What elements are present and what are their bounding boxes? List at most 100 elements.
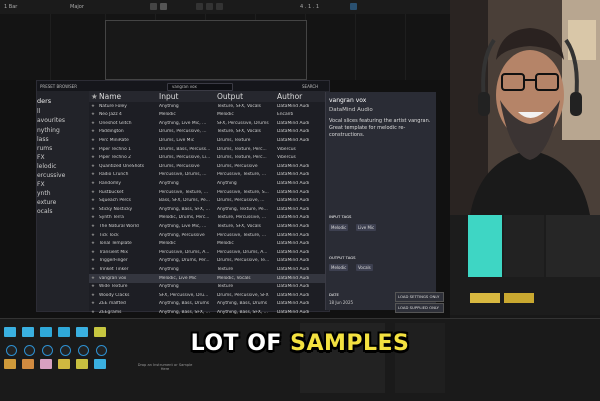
search-button[interactable]: SEARCH (302, 84, 318, 89)
overdub-button[interactable] (206, 3, 213, 10)
clip-slot-teal[interactable] (468, 215, 502, 277)
automation-button[interactable] (216, 3, 223, 10)
preset-row[interactable]: ★ Randomly Anything Anything DataMind Audi (89, 179, 329, 188)
favorite-star-icon[interactable]: ★ (91, 310, 95, 315)
drum-pad[interactable] (22, 359, 34, 369)
clip-slot-yellow[interactable] (504, 293, 534, 303)
favorite-star-icon[interactable]: ★ (91, 267, 95, 272)
preset-row[interactable]: ★ Trinket Tinker Anything Texture DataMind A… (89, 265, 329, 274)
preset-row[interactable]: ★ Radio Crunch Percussive, Drums, ... Percu… (89, 171, 329, 180)
clip-slot-yellow[interactable] (470, 293, 500, 303)
preset-row[interactable]: ★ ZEEgrams Anything, Bass, SFX, ... Anythin… (89, 308, 329, 317)
preset-row[interactable]: ★ Woody Clacks SFX, Percussive, Dru... Drum… (89, 291, 329, 300)
preset-row[interactable]: ★ Wide Texture Anything Texture DataMind Aud… (89, 283, 329, 292)
favorite-star-icon[interactable]: ★ (91, 284, 95, 289)
favorite-star-icon[interactable]: ★ (91, 301, 95, 306)
favorite-star-icon[interactable]: ★ (91, 104, 95, 109)
drum-pad[interactable] (94, 359, 106, 369)
play-button[interactable] (160, 3, 167, 10)
record-button[interactable] (196, 3, 203, 10)
sidebar-item[interactable]: exture (37, 199, 56, 206)
favorite-star-icon[interactable]: ★ (91, 138, 95, 143)
preset-row[interactable]: ★ Synth Terra Melodic, Drums, Perc... Textu… (89, 214, 329, 223)
sidebar-item[interactable]: lass (37, 136, 49, 143)
sidebar-item[interactable]: ll (37, 108, 40, 115)
favorite-star-icon[interactable]: ★ (91, 224, 95, 229)
column-name[interactable]: Name (99, 92, 121, 101)
drum-pad[interactable] (4, 359, 16, 369)
preset-row[interactable]: ★ The Natural World Anything, Live Mic, ..… (89, 222, 329, 231)
drop-instrument-hint[interactable]: Drop an Instrument or Sample Here (135, 363, 195, 371)
loop-toggle[interactable] (350, 3, 357, 10)
output-tag[interactable]: Vocals (356, 264, 373, 271)
preset-row[interactable]: ★ Sticky Nosticky Anything, Bass, SFX, ...… (89, 205, 329, 214)
preset-row[interactable]: ★ Quantized OneShots Drums, Percussive Drum… (89, 162, 329, 171)
input-tag[interactable]: Melodic (329, 224, 349, 231)
clip-region[interactable] (105, 20, 307, 80)
preset-row[interactable]: ★ Oneshot Glitch Anything, Live Mic, ... SF… (89, 119, 329, 128)
scale-selector[interactable]: Major (70, 4, 84, 10)
preset-row[interactable]: ★ Transient Mix Percussive, Drums, A... Per… (89, 248, 329, 257)
stop-button[interactable] (150, 3, 157, 10)
sidebar-item[interactable]: ercussive (37, 172, 65, 179)
favorite-star-icon[interactable]: ★ (91, 190, 95, 195)
sidebar-item[interactable]: FX (37, 181, 45, 188)
favorite-star-icon[interactable]: ★ (91, 198, 95, 203)
favorite-star-icon[interactable]: ★ (91, 181, 95, 186)
preset-row[interactable]: ★ Paddington Drums, Percussive, ... Texture… (89, 128, 329, 137)
sidebar-item[interactable]: lelodic (37, 163, 56, 170)
favorite-star-icon[interactable]: ★ (91, 207, 95, 212)
favorite-star-icon[interactable]: ★ (91, 293, 95, 298)
favorite-star-icon[interactable]: ★ (91, 155, 95, 160)
input-tag[interactable]: Live Mic (356, 224, 377, 231)
column-author[interactable]: Author (277, 92, 302, 101)
favorite-star-icon[interactable]: ★ (91, 241, 95, 246)
drum-pad[interactable] (58, 359, 70, 369)
preset-row[interactable]: ★ Perc MiniRate Drums, Live Mic Drums, Text… (89, 136, 329, 145)
preset-row[interactable]: ★ Tick Tock Anything, Percussive Percussive… (89, 231, 329, 240)
output-tag[interactable]: Melodic (329, 264, 349, 271)
favorite-star-icon[interactable]: ★ (91, 164, 95, 169)
preset-row[interactable]: ★ Nature Foley Anything Texture, SFX, Vocal… (89, 102, 329, 111)
favorite-star-icon[interactable]: ★ (91, 112, 95, 117)
load-settings-button[interactable]: LOAD SETTINGS ONLY (395, 292, 444, 302)
sidebar-item[interactable]: ynth (37, 190, 51, 197)
preset-author: DataMind Audi (277, 206, 310, 212)
column-output[interactable]: Output (217, 92, 243, 101)
favorite-star-icon[interactable]: ★ (91, 233, 95, 238)
load-supplied-button[interactable]: LOAD SUPPLIED ONLY (395, 303, 444, 313)
preset-row[interactable]: ★ ZEE malfted Anything, Bass, Drums Anythin… (89, 300, 329, 309)
favorite-star-icon[interactable]: ★ (91, 276, 95, 281)
sidebar-item[interactable]: nything (37, 127, 60, 134)
preset-description: Vocal slices featuring the artist vangra… (329, 118, 431, 138)
column-input[interactable]: Input (159, 92, 178, 101)
favorite-star-icon[interactable]: ★ (91, 92, 98, 101)
favorite-star-icon[interactable]: ★ (91, 147, 95, 152)
favorite-star-icon[interactable]: ★ (91, 258, 95, 263)
favorite-star-icon[interactable]: ★ (91, 250, 95, 255)
preset-row[interactable]: ★ Neo Jazz 4 Melodic Melodic Encanti (89, 111, 329, 120)
sidebar-item[interactable]: ocals (37, 208, 52, 215)
sidebar-item[interactable]: rums (37, 145, 52, 152)
search-input[interactable]: vangran vox (167, 82, 233, 91)
bar-length[interactable]: 1 Bar (4, 4, 17, 10)
preset-row[interactable]: ★ TriggerFinger Anything, Drums, Per... Dru… (89, 257, 329, 266)
favorite-star-icon[interactable]: ★ (91, 172, 95, 177)
favorite-star-icon[interactable]: ★ (91, 215, 95, 220)
drum-pad[interactable] (76, 359, 88, 369)
preset-row[interactable]: ★ vangran vox Melodic, Live Mic Melodic, Vo… (89, 274, 329, 283)
favorite-star-icon[interactable]: ★ (91, 129, 95, 134)
track-controls[interactable] (546, 215, 600, 277)
loop-position[interactable]: 4 . 1 . 1 (300, 4, 319, 10)
favorite-star-icon[interactable]: ★ (91, 121, 95, 126)
sidebar-item[interactable]: avourites (37, 117, 65, 124)
sidebar-item[interactable]: FX (37, 154, 45, 161)
preset-row[interactable]: ★ Tonal Template Melodic Melodic DataMind Au… (89, 240, 329, 249)
preset-row[interactable]: ★ Piper Techno 2 Drums, Percussive, Li... D… (89, 154, 329, 163)
track-controls[interactable] (504, 215, 544, 277)
preset-row[interactable]: ★ Squeach Percs Bass, SFX, Drums, Pe... Dru… (89, 197, 329, 206)
preset-input: Anything, Bass, SFX, ... (159, 309, 210, 315)
preset-row[interactable]: ★ Rustbucket Percussive, Texture, ... Percu… (89, 188, 329, 197)
preset-row[interactable]: ★ Piper Techno 1 Drums, Bass, Percuss... Dr… (89, 145, 329, 154)
drum-pad[interactable] (40, 359, 52, 369)
